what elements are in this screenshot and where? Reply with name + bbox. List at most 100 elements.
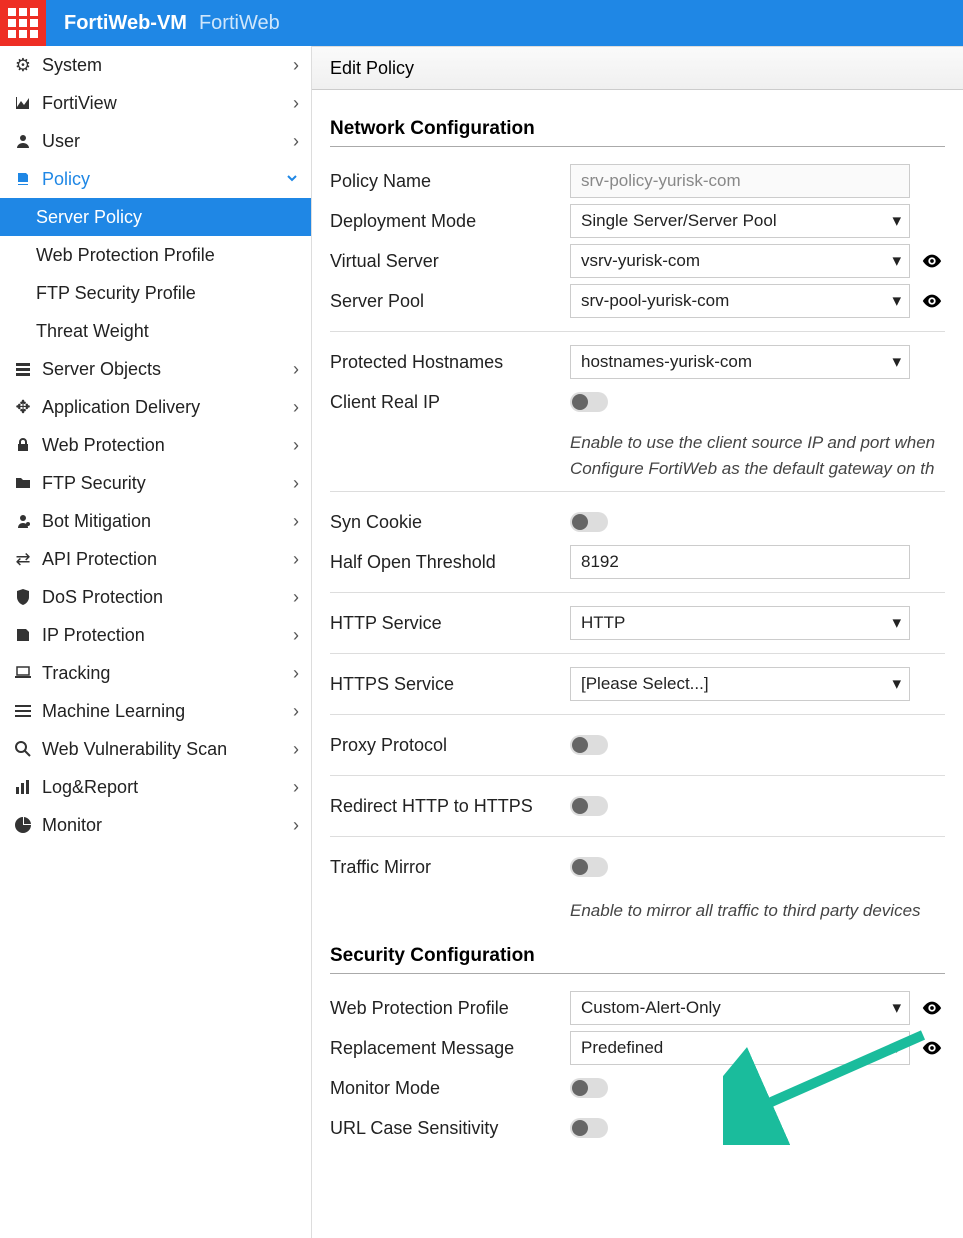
sidebar-item-label: Tracking <box>42 663 110 684</box>
caret-down-icon: ▾ <box>892 613 901 633</box>
chevron-right-icon: › <box>293 397 299 418</box>
label-deployment-mode: Deployment Mode <box>330 211 570 232</box>
http-service-select[interactable]: HTTP ▾ <box>570 606 910 640</box>
sidebar-item-bot-mitigation[interactable]: Bot Mitigation › <box>0 502 311 540</box>
select-value: hostnames-yurisk-com <box>581 352 752 372</box>
sidebar-item-api-protection[interactable]: ⇄ API Protection › <box>0 540 311 578</box>
chevron-right-icon: › <box>293 777 299 798</box>
select-value: srv-pool-yurisk-com <box>581 291 729 311</box>
chevron-right-icon: › <box>293 131 299 152</box>
syn-cookie-toggle[interactable] <box>570 512 608 532</box>
label-monitor-mode: Monitor Mode <box>330 1078 570 1099</box>
label-protected-hostnames: Protected Hostnames <box>330 352 570 373</box>
view-icon[interactable] <box>920 1036 944 1060</box>
label-virtual-server: Virtual Server <box>330 251 570 272</box>
sidebar-item-application-delivery[interactable]: ✥ Application Delivery › <box>0 388 311 426</box>
sidebar-item-ip-protection[interactable]: IP Protection › <box>0 616 311 654</box>
virtual-server-select[interactable]: vsrv-yurisk-com ▾ <box>570 244 910 278</box>
view-icon[interactable] <box>920 249 944 273</box>
sidebar-item-label: Policy <box>42 169 90 190</box>
url-case-sensitivity-toggle[interactable] <box>570 1118 608 1138</box>
policy-icon <box>12 171 34 187</box>
chevron-right-icon: › <box>293 549 299 570</box>
sidebar-item-web-protection[interactable]: Web Protection › <box>0 426 311 464</box>
label-server-pool: Server Pool <box>330 291 570 312</box>
half-open-threshold-input[interactable] <box>570 545 910 579</box>
chevron-right-icon: › <box>293 473 299 494</box>
server-pool-select[interactable]: srv-pool-yurisk-com ▾ <box>570 284 910 318</box>
pie-chart-icon <box>12 817 34 833</box>
select-value: Predefined <box>581 1038 663 1058</box>
ip-icon <box>12 627 34 643</box>
chevron-right-icon: › <box>293 815 299 836</box>
lines-icon <box>12 704 34 718</box>
label-syn-cookie: Syn Cookie <box>330 512 570 533</box>
sidebar-item-user[interactable]: User › <box>0 122 311 160</box>
area-chart-icon <box>12 95 34 111</box>
sidebar-item-label: Web Vulnerability Scan <box>42 739 227 760</box>
sidebar-item-ftp-security[interactable]: FTP Security › <box>0 464 311 502</box>
sidebar-item-policy[interactable]: Policy <box>0 160 311 198</box>
app-name: FortiWeb-VM <box>64 12 187 35</box>
sidebar-item-label: Machine Learning <box>42 701 185 722</box>
sidebar-item-monitor[interactable]: Monitor › <box>0 806 311 844</box>
sidebar-item-label: FTP Security Profile <box>36 283 196 304</box>
https-service-select[interactable]: [Please Select...] ▾ <box>570 667 910 701</box>
sidebar-item-label: System <box>42 55 102 76</box>
sidebar-item-label: FTP Security <box>42 473 146 494</box>
sidebar-item-machine-learning[interactable]: Machine Learning › <box>0 692 311 730</box>
sidebar-subitem-threat-weight[interactable]: Threat Weight <box>0 312 311 350</box>
redirect-http-https-toggle[interactable] <box>570 796 608 816</box>
deployment-mode-select[interactable]: Single Server/Server Pool ▾ <box>570 204 910 238</box>
view-icon[interactable] <box>920 289 944 313</box>
chevron-right-icon: › <box>293 587 299 608</box>
client-real-ip-toggle[interactable] <box>570 392 608 412</box>
sidebar-item-web-vulnerability-scan[interactable]: Web Vulnerability Scan › <box>0 730 311 768</box>
chevron-right-icon: › <box>293 663 299 684</box>
client-real-ip-help: Enable to use the client source IP and p… <box>570 430 935 481</box>
sidebar-subitem-ftp-security-profile[interactable]: FTP Security Profile <box>0 274 311 312</box>
sidebar-item-fortiview[interactable]: FortiView › <box>0 84 311 122</box>
app-subname: FortiWeb <box>199 12 280 35</box>
bar-chart-icon <box>12 779 34 795</box>
label-http-service: HTTP Service <box>330 613 570 634</box>
sidebar-subitem-web-protection-profile[interactable]: Web Protection Profile <box>0 236 311 274</box>
sidebar-item-label: API Protection <box>42 549 157 570</box>
protected-hostnames-select[interactable]: hostnames-yurisk-com ▾ <box>570 345 910 379</box>
select-value: vsrv-yurisk-com <box>581 251 700 271</box>
view-icon[interactable] <box>920 996 944 1020</box>
chevron-right-icon: › <box>293 435 299 456</box>
caret-down-icon: ▾ <box>892 211 901 231</box>
monitor-mode-toggle[interactable] <box>570 1078 608 1098</box>
chevron-right-icon: › <box>293 55 299 76</box>
chevron-right-icon: › <box>293 359 299 380</box>
sidebar-item-server-objects[interactable]: Server Objects › <box>0 350 311 388</box>
chevron-down-icon <box>285 169 299 190</box>
replacement-message-select[interactable]: Predefined ▾ <box>570 1031 910 1065</box>
sidebar-subitem-server-policy[interactable]: Server Policy <box>0 198 311 236</box>
policy-name-input[interactable] <box>570 164 910 198</box>
gear-icon: ⚙ <box>12 55 34 76</box>
sidebar: ⚙ System › FortiView › User › Policy Ser… <box>0 46 312 1238</box>
sidebar-item-label: Web Protection <box>42 435 165 456</box>
label-proxy-protocol: Proxy Protocol <box>330 735 570 756</box>
top-bar: FortiWeb-VM FortiWeb <box>0 0 963 46</box>
label-replacement-message: Replacement Message <box>330 1038 570 1059</box>
chevron-right-icon: › <box>293 511 299 532</box>
sidebar-item-label: Threat Weight <box>36 321 149 342</box>
traffic-mirror-toggle[interactable] <box>570 857 608 877</box>
label-url-case-sensitivity: URL Case Sensitivity <box>330 1118 570 1139</box>
sidebar-item-tracking[interactable]: Tracking › <box>0 654 311 692</box>
laptop-icon <box>12 666 34 680</box>
sidebar-item-label: Bot Mitigation <box>42 511 151 532</box>
web-protection-profile-select[interactable]: Custom-Alert-Only ▾ <box>570 991 910 1025</box>
caret-down-icon: ▾ <box>892 674 901 694</box>
proxy-protocol-toggle[interactable] <box>570 735 608 755</box>
section-security-configuration: Security Configuration <box>330 945 945 974</box>
sidebar-item-log-report[interactable]: Log&Report › <box>0 768 311 806</box>
search-icon <box>12 741 34 757</box>
sidebar-item-system[interactable]: ⚙ System › <box>0 46 311 84</box>
label-client-real-ip: Client Real IP <box>330 392 570 413</box>
bot-icon <box>12 513 34 529</box>
sidebar-item-dos-protection[interactable]: DoS Protection › <box>0 578 311 616</box>
